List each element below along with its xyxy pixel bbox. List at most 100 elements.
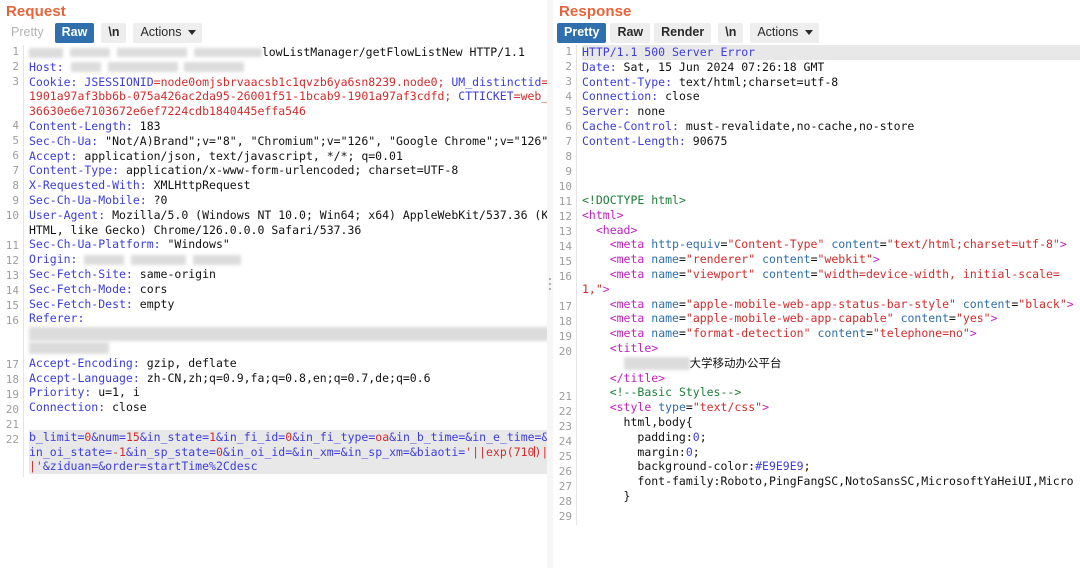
line-number: 9 [12, 194, 19, 207]
chevron-down-icon [188, 30, 197, 35]
code-line[interactable] [29, 415, 547, 430]
line-number: 25 [558, 450, 572, 463]
request-actions-button[interactable]: Actions [133, 23, 203, 43]
code-line[interactable]: <html> [582, 208, 1080, 223]
code-line[interactable]: Date: Sat, 15 Jun 2024 07:26:18 GMT [582, 60, 1080, 75]
code-line[interactable] [582, 504, 1080, 519]
line-number: 8 [12, 179, 19, 192]
request-actions-label: Actions [140, 25, 182, 39]
code-line[interactable]: Content-Type: application/x-www-form-url… [29, 163, 547, 178]
code-line[interactable]: Sec-Ch-Ua: "Not/A)Brand";v="8", "Chromiu… [29, 134, 547, 149]
request-line-numbers: 1 2 3 4 5 6 7 8 9 10 11 12 13 14 15 16 17 18 19 20 21 22 [0, 45, 24, 477]
line-number: 8 [565, 150, 572, 163]
line-number: 19 [5, 388, 19, 401]
code-line[interactable]: HTTP/1.1 500 Server Error [582, 45, 1080, 60]
code-line[interactable]: Priority: u=1, i [29, 385, 547, 400]
code-line[interactable]: Content-Length: 90675 [582, 134, 1080, 149]
line-number: 24 [558, 435, 572, 448]
line-number: 21 [5, 418, 19, 431]
request-code-lines[interactable]: lowListManager/getFlowListNew HTTP/1.1 Ho… [24, 45, 547, 477]
code-line[interactable]: 大学移动办公平台 [582, 356, 1080, 371]
code-line[interactable]: Accept: application/json, text/javascrip… [29, 149, 547, 164]
line-number: 10 [5, 209, 19, 222]
line-number: 29 [558, 510, 572, 523]
code-line[interactable]: margin:0; [582, 445, 1080, 460]
redacted-text [69, 48, 110, 57]
response-actions-button[interactable]: Actions [750, 23, 820, 43]
request-pane: Request Pretty Raw \n Actions 1234567891… [0, 0, 547, 568]
code-line[interactable]: X-Requested-With: XMLHttpRequest [29, 178, 547, 193]
code-line[interactable]: <title> [582, 341, 1080, 356]
code-line[interactable]: Cache-Control: must-revalidate,no-cache,… [582, 119, 1080, 134]
code-line[interactable]: <meta name="apple-mobile-web-app-status-… [582, 297, 1080, 312]
redacted-text [84, 254, 125, 265]
code-line[interactable]: background-color:#E9E9E9; [582, 459, 1080, 474]
code-line[interactable]: Connection: close [582, 89, 1080, 104]
code-line[interactable]: Cookie: JSESSIONID=node0omjsbrvaacsb1c1q… [29, 75, 547, 119]
line-number: 4 [12, 119, 19, 132]
line-number [553, 360, 572, 375]
code-line[interactable]: html,body{ [582, 415, 1080, 430]
code-line[interactable]: Accept-Encoding: gzip, deflate [29, 356, 547, 371]
tab-response-render[interactable]: Render [654, 23, 712, 43]
line-number: 3 [565, 75, 572, 88]
response-editor[interactable]: 1 2 3 4 5 6 7 8 9 10 11 12 13 14 15 16 17 18 19 20 21 22 23 24 2… [553, 45, 1080, 566]
code-line[interactable]: Sec-Fetch-Site: same-origin [29, 267, 547, 282]
redacted-text [131, 254, 187, 265]
code-line[interactable]: <meta name="format-detection" content="t… [582, 326, 1080, 341]
line-number [553, 375, 572, 390]
code-line[interactable]: <meta http-equiv="Content-Type" content=… [582, 237, 1080, 252]
code-line[interactable]: Origin: [29, 252, 547, 267]
line-number: 10 [558, 180, 572, 193]
code-line[interactable]: Sec-Ch-Ua-Platform: "Windows" [29, 237, 547, 252]
code-line[interactable]: </title> [582, 371, 1080, 386]
tab-response-newline[interactable]: \n [718, 23, 744, 43]
response-tab-bar: Pretty Raw Render \n Actions [553, 22, 1080, 45]
code-line[interactable]: } [582, 489, 1080, 504]
code-line[interactable]: padding:0; [582, 430, 1080, 445]
code-line[interactable]: <!--Basic Styles--> [582, 385, 1080, 400]
code-line[interactable]: Accept-Language: zh-CN,zh;q=0.9,fa;q=0.8… [29, 371, 547, 386]
tab-request-newline[interactable]: \n [101, 23, 127, 43]
code-line[interactable]: Content-Length: 183 [29, 119, 547, 134]
line-number: 15 [558, 255, 572, 268]
code-line[interactable]: Sec-Ch-Ua-Mobile: ?0 [29, 193, 547, 208]
code-line[interactable]: <meta name="renderer" content="webkit"> [582, 252, 1080, 267]
code-line[interactable]: Server: none [582, 104, 1080, 119]
tab-response-pretty[interactable]: Pretty [557, 23, 607, 43]
code-line[interactable]: <meta name="apple-mobile-web-app-capable… [582, 311, 1080, 326]
redacted-text [623, 356, 690, 370]
line-number: 20 [5, 403, 19, 416]
response-title: Response [559, 3, 632, 20]
code-line[interactable]: <head> [582, 223, 1080, 238]
code-line[interactable] [582, 163, 1080, 178]
code-line[interactable] [582, 149, 1080, 164]
line-number: 14 [5, 284, 19, 297]
tab-response-raw[interactable]: Raw [610, 23, 651, 43]
response-code-lines[interactable]: HTTP/1.1 500 Server Error Date: Sat, 15 J… [577, 45, 1080, 525]
line-number: 18 [5, 373, 19, 386]
line-number: 11 [5, 239, 19, 252]
code-line[interactable]: font-family:Roboto,PingFangSC,NotoSansSC… [582, 474, 1080, 489]
request-title: Request [6, 3, 66, 20]
redacted-text [184, 62, 245, 73]
tab-request-raw[interactable]: Raw [54, 23, 95, 43]
code-line[interactable]: <style type="text/css"> [582, 400, 1080, 415]
code-line[interactable]: Connection: close [29, 400, 547, 415]
code-line[interactable]: Sec-Fetch-Dest: empty [29, 297, 547, 312]
code-line[interactable]: Sec-Fetch-Mode: cors [29, 282, 547, 297]
code-line[interactable]: b_limit=0&num=15&in_state=1&in_fi_id=0&i… [29, 429, 547, 475]
line-number: 4 [565, 90, 572, 103]
code-line[interactable]: Referer: [29, 311, 547, 355]
line-number: 7 [12, 164, 19, 177]
code-line[interactable]: lowListManager/getFlowListNew HTTP/1.1 [29, 45, 547, 60]
code-line[interactable] [582, 178, 1080, 193]
code-line[interactable]: Content-Type: text/html;charset=utf-8 [582, 75, 1080, 90]
code-line[interactable]: Host: [29, 60, 547, 75]
tab-request-pretty[interactable]: Pretty [4, 23, 51, 43]
code-line[interactable]: User-Agent: Mozilla/5.0 (Windows NT 10.0… [29, 208, 547, 238]
request-editor[interactable]: 1 2 3 4 5 6 7 8 9 10 11 12 13 14 15 16 17 18 19 20 21 22 lowL… [0, 45, 547, 566]
code-line[interactable]: <!DOCTYPE html> [582, 193, 1080, 208]
code-line[interactable]: <meta name="viewport" content="width=dev… [582, 267, 1080, 297]
line-number: 11 [558, 195, 572, 208]
